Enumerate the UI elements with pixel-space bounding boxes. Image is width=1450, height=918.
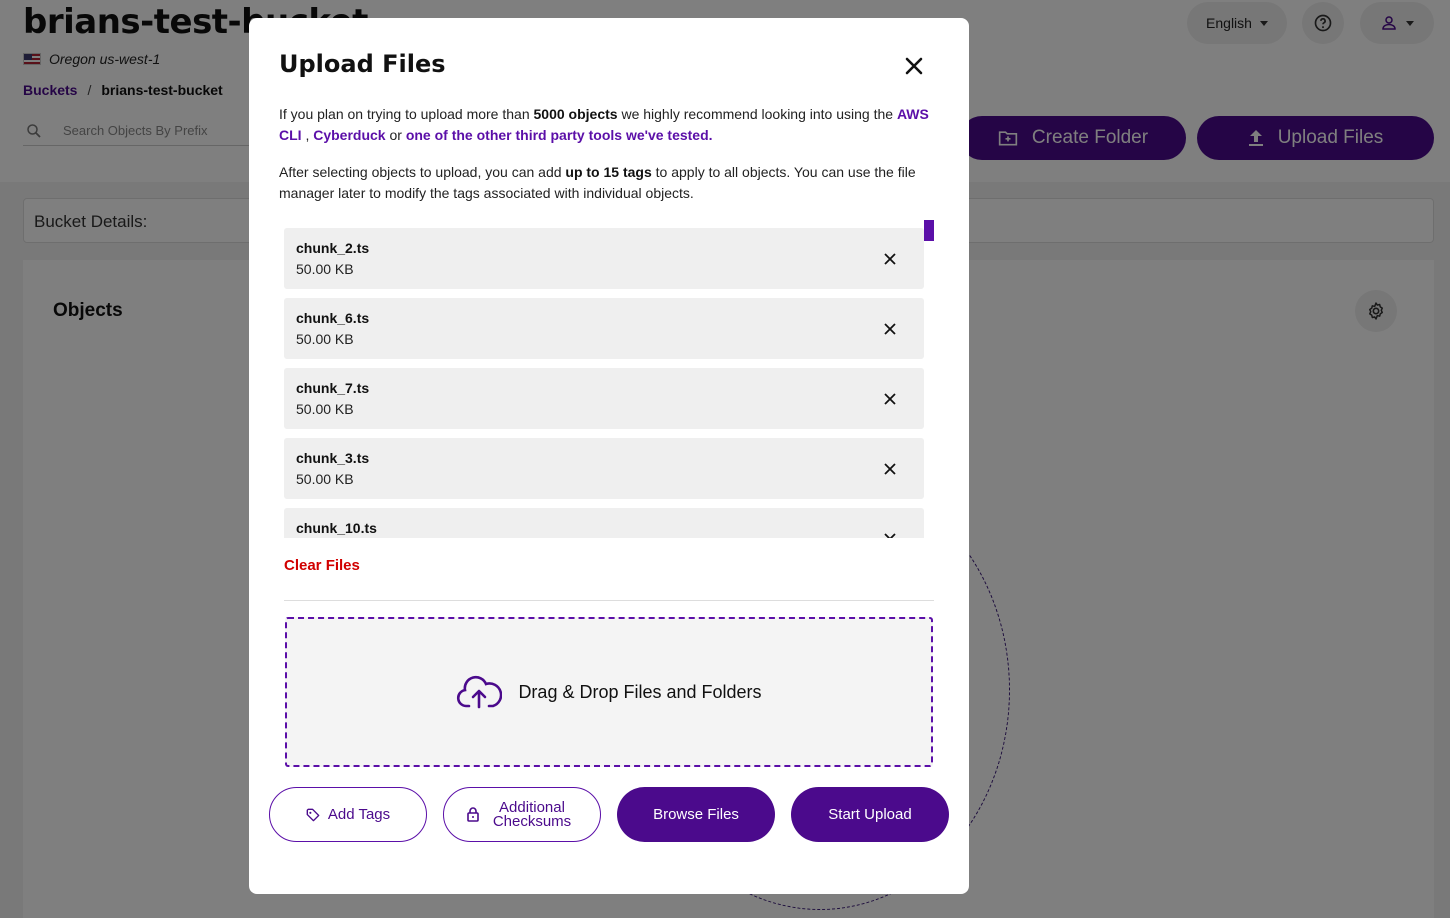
file-dropzone[interactable]: Drag & Drop Files and Folders — [285, 617, 933, 767]
file-name: chunk_10.ts — [296, 520, 377, 536]
file-name: chunk_3.ts — [296, 450, 370, 466]
start-upload-button[interactable]: Start Upload — [791, 787, 949, 842]
additional-checksums-button[interactable]: Additional Checksums — [443, 787, 601, 842]
dropzone-label: Drag & Drop Files and Folders — [518, 681, 762, 702]
third-party-tools-link[interactable]: one of the other third party tools we've… — [406, 127, 713, 143]
dialog-title: Upload Files — [279, 50, 446, 78]
tag-icon — [306, 808, 320, 821]
file-size: 50.00 KB — [296, 261, 354, 277]
remove-file-button[interactable] — [878, 250, 902, 268]
file-list: chunk_2.ts 50.00 KB chunk_6.ts 50.00 KB … — [284, 228, 934, 538]
upload-files-dialog: Upload Files If you plan on trying to up… — [249, 18, 969, 894]
add-tags-label: Add Tags — [327, 806, 391, 823]
file-size: 50.00 KB — [296, 471, 354, 487]
file-item: chunk_7.ts 50.00 KB — [284, 368, 924, 429]
object-limit: 5000 objects — [533, 106, 618, 122]
notice-text: If you plan on trying to upload more tha… — [279, 106, 534, 122]
remove-file-button[interactable] — [878, 530, 902, 538]
file-name: chunk_2.ts — [296, 240, 370, 256]
close-icon — [884, 463, 896, 475]
file-item: chunk_6.ts 50.00 KB — [284, 298, 924, 359]
lock-icon — [467, 807, 479, 822]
notice-text: , — [301, 127, 314, 143]
close-icon — [884, 393, 896, 405]
additional-checksums-label: Additional Checksums — [492, 798, 572, 830]
clear-files-button[interactable]: Clear Files — [284, 557, 360, 574]
tag-limit: up to 15 tags — [565, 164, 652, 180]
file-name: chunk_6.ts — [296, 310, 370, 326]
close-icon — [884, 253, 896, 265]
divider — [284, 600, 934, 601]
cloud-upload-icon — [457, 675, 503, 709]
notice-text: or — [385, 127, 406, 143]
close-button[interactable] — [899, 51, 929, 81]
remove-file-button[interactable] — [878, 320, 902, 338]
close-icon — [884, 533, 896, 538]
file-size: 50.00 KB — [296, 401, 354, 417]
tags-notice: After selecting objects to upload, you c… — [279, 162, 939, 204]
notice-text: After selecting objects to upload, you c… — [279, 164, 566, 180]
file-item: chunk_3.ts 50.00 KB — [284, 438, 924, 499]
upload-limit-notice: If you plan on trying to upload more tha… — [279, 104, 939, 146]
cyberduck-link[interactable]: Cyberduck — [313, 127, 385, 143]
add-tags-button[interactable]: Add Tags — [269, 787, 427, 842]
file-name: chunk_7.ts — [296, 380, 370, 396]
file-item: chunk_2.ts 50.00 KB — [284, 228, 924, 289]
browse-files-button[interactable]: Browse Files — [617, 787, 775, 842]
remove-file-button[interactable] — [878, 390, 902, 408]
remove-file-button[interactable] — [878, 460, 902, 478]
file-size: 50.00 KB — [296, 331, 354, 347]
file-item: chunk_10.ts — [284, 508, 924, 538]
notice-text: we highly recommend looking into using t… — [617, 106, 897, 122]
close-icon — [905, 57, 923, 75]
close-icon — [884, 323, 896, 335]
